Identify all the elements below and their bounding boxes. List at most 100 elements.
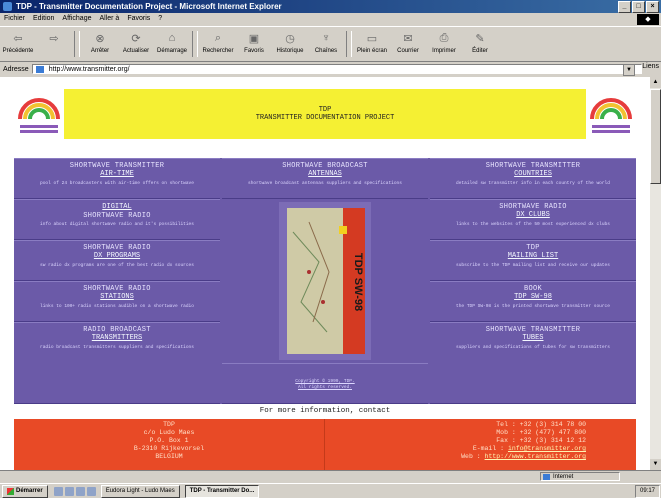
nav-cell-countries: SHORTWAVE TRANSMITTER COUNTRIES detailed… xyxy=(430,158,636,199)
address-dropdown-icon[interactable]: ▼ xyxy=(623,64,635,76)
window-titlebar: TDP - Transmitter Documentation Project … xyxy=(0,0,661,13)
search-button[interactable]: ⌕ Rechercher xyxy=(200,27,236,61)
refresh-button[interactable]: ⟳ Actualiser xyxy=(118,27,154,61)
book-cover-title: TDP SW-98 xyxy=(352,253,364,311)
fullscreen-icon: ▭ xyxy=(366,32,378,45)
contact-box: TDP c/o Ludo Maes P.O. Box 1 B-2310 Rijk… xyxy=(14,419,636,470)
quick-launch-icon[interactable] xyxy=(86,486,96,496)
links-button[interactable]: Liens xyxy=(642,63,659,70)
zone-indicator: Internet xyxy=(540,472,620,481)
history-button[interactable]: ◷ Historique xyxy=(272,27,308,61)
scroll-thumb[interactable] xyxy=(650,89,661,184)
book-link[interactable]: TDP SW-98 xyxy=(514,293,552,302)
cell-heading: SHORTWAVE TRANSMITTER xyxy=(69,162,165,170)
home-button[interactable]: ⌂ Démarrage xyxy=(154,27,190,61)
cell-heading: SHORTWAVE BROADCAST xyxy=(282,162,368,170)
maximize-button[interactable]: □ xyxy=(632,1,645,13)
quick-launch-icon[interactable] xyxy=(75,486,85,496)
status-bar: Internet xyxy=(0,470,661,482)
search-icon: ⌕ xyxy=(214,31,222,44)
window-title: TDP - Transmitter Documentation Project … xyxy=(16,2,282,11)
toolbar-separator xyxy=(74,31,80,57)
clock: 09:17 xyxy=(639,488,655,494)
address-input[interactable]: http://www.transmitter.org/ xyxy=(31,64,642,74)
stop-button[interactable]: ⊗ Arrêter xyxy=(82,27,118,61)
nav-cell-transmitters: RADIO BROADCAST TRANSMITTERS radio broad… xyxy=(14,322,220,404)
quick-launch-icon[interactable] xyxy=(53,486,63,496)
countries-link[interactable]: COUNTRIES xyxy=(514,170,552,179)
stations-link[interactable]: STATIONS xyxy=(100,293,134,302)
cell-description: suppliers and specifications of tubes fo… xyxy=(456,345,610,350)
taskbar-button-eudora[interactable]: Eudora Light - Ludo Maes xyxy=(100,484,180,498)
stop-icon: ⊗ xyxy=(95,32,105,45)
address-line: BELGIUM xyxy=(155,453,183,460)
dx-clubs-link[interactable]: DX CLUBS xyxy=(516,211,550,220)
copyright-line2: All rights reserved. xyxy=(297,385,352,390)
cell-description: sw radio dx programs are one of the best… xyxy=(40,263,194,268)
tel-line: Tel : +32 (3) 314 78 00 xyxy=(496,421,586,428)
minimize-button[interactable]: _ xyxy=(618,1,631,13)
favorites-icon: ▣ xyxy=(248,32,260,45)
web-link[interactable]: http://www.transmitter.org xyxy=(485,453,586,460)
vertical-scrollbar[interactable]: ▲ ▼ xyxy=(650,77,661,470)
back-button[interactable]: ⇦ Précédente xyxy=(0,27,36,61)
mob-line: Mob : +32 (477) 477 800 xyxy=(496,429,586,436)
address-line: TDP xyxy=(163,421,175,428)
nav-cell-antennas: SHORTWAVE BROADCAST ANTENNAS shortwave b… xyxy=(222,158,428,199)
menu-view[interactable]: Affichage xyxy=(62,13,91,25)
digital-link[interactable]: DIGITAL xyxy=(102,203,131,212)
cell-heading: SHORTWAVE RADIO xyxy=(83,244,151,252)
navigation-grid: SHORTWAVE TRANSMITTER AIR-TIME pool of 2… xyxy=(14,158,636,404)
address-bar: Adresse http://www.transmitter.org/ ▼ Li… xyxy=(0,62,661,76)
taskbar-button-ie[interactable]: TDP - Transmitter Do... xyxy=(184,484,260,498)
nav-cell-stations: SHORTWAVE RADIO STATIONS links to 100+ r… xyxy=(14,281,220,322)
menu-edit[interactable]: Edition xyxy=(33,13,54,25)
book-cover-image[interactable]: TDP SW-98 xyxy=(222,199,428,363)
toolbar: ⇦ Précédente ⇨ ⊗ Arrêter ⟳ Actualiser ⌂ Déma… xyxy=(0,26,661,62)
menu-file[interactable]: Fichier xyxy=(4,13,25,25)
mail-icon: ✉ xyxy=(403,32,413,45)
contact-numbers: Tel : +32 (3) 314 78 00 Mob : +32 (477) … xyxy=(325,419,636,470)
fullscreen-button[interactable]: ▭ Plein écran xyxy=(354,27,390,61)
print-button[interactable]: ⎙ Imprimer xyxy=(426,27,462,61)
channels-button[interactable]: ♆ Chaînes xyxy=(308,27,344,61)
address-line: P.O. Box 1 xyxy=(149,437,189,444)
antennas-link[interactable]: ANTENNAS xyxy=(308,170,342,179)
email-label: E-mail : xyxy=(472,445,505,452)
forward-button[interactable]: ⇨ xyxy=(36,27,72,61)
address-line: c/o Ludo Maes xyxy=(143,429,195,436)
nav-cell-book: BOOK TDP SW-98 the TDP SW-98 is the prin… xyxy=(430,281,636,322)
cell-description: subscribe to the TDP mailing list and re… xyxy=(456,263,610,268)
favorites-button[interactable]: ▣ Favoris xyxy=(236,27,272,61)
nav-cell-dx-programs: SHORTWAVE RADIO DX PROGRAMS sw radio dx … xyxy=(14,240,220,281)
menu-favorites[interactable]: Favoris xyxy=(127,13,150,25)
airtime-link[interactable]: AIR-TIME xyxy=(100,170,134,179)
cell-heading: SHORTWAVE TRANSMITTER xyxy=(485,326,581,334)
transmitters-link[interactable]: TRANSMITTERS xyxy=(92,334,142,343)
email-link[interactable]: info@transmitter.org xyxy=(508,445,586,452)
refresh-icon: ⟳ xyxy=(131,32,141,45)
quick-launch-icon[interactable] xyxy=(64,486,74,496)
contact-intro: For more information, contact xyxy=(259,407,391,415)
cell-description: info about digital shortwave radio and i… xyxy=(40,222,194,227)
scroll-down-icon[interactable]: ▼ xyxy=(650,459,661,470)
menu-go[interactable]: Aller à xyxy=(99,13,119,25)
home-icon: ⌂ xyxy=(168,32,176,44)
tubes-link[interactable]: TUBES xyxy=(522,334,543,343)
cell-heading: RADIO BROADCAST xyxy=(83,326,151,334)
scroll-up-icon[interactable]: ▲ xyxy=(650,77,661,88)
edit-button[interactable]: ✎ Éditer xyxy=(462,27,498,61)
dx-programs-link[interactable]: DX PROGRAMS xyxy=(94,252,140,261)
banner: TDP TRANSMITTER DOCUMENTATION PROJECT xyxy=(14,89,636,139)
cell-heading: SHORTWAVE RADIO xyxy=(83,212,151,220)
mail-button[interactable]: ✉ Courrier xyxy=(390,27,426,61)
menu-help[interactable]: ? xyxy=(158,13,162,25)
mailing-list-link[interactable]: MAILING LIST xyxy=(508,252,558,261)
nav-cell-mailing-list: TDP MAILING LIST subscribe to the TDP ma… xyxy=(430,240,636,281)
start-button[interactable]: Démarrer xyxy=(2,484,48,498)
ie-icon xyxy=(3,2,12,11)
forward-icon: ⇨ xyxy=(49,32,59,45)
cell-description: pool of 24 broadcasters with air-time of… xyxy=(40,181,194,186)
cell-description: links to the websites of the 50 most exp… xyxy=(456,222,610,227)
close-button[interactable]: × xyxy=(646,1,659,13)
